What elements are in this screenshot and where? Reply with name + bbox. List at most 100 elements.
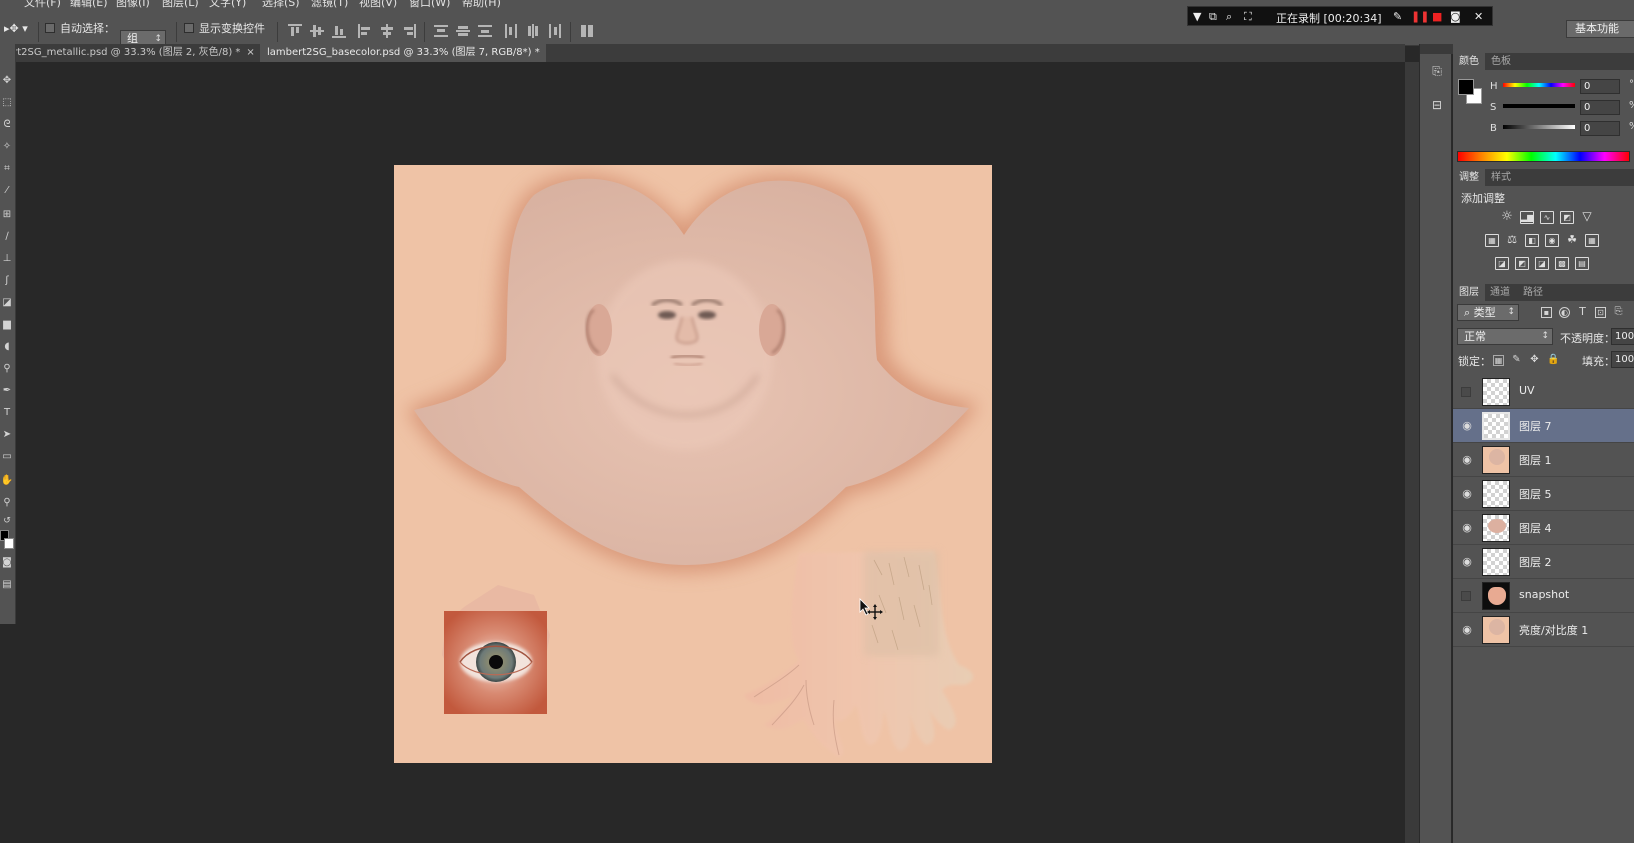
lasso-tool-icon[interactable]: ᘓ — [0, 118, 14, 132]
recorder-zoom-icon[interactable]: ⌕ — [1226, 10, 1232, 23]
magic-wand-tool-icon[interactable]: ✧ — [0, 140, 14, 154]
tab-styles[interactable]: 样式 — [1485, 169, 1517, 186]
zoom-tool-icon[interactable]: ⚲ — [0, 496, 14, 510]
workspace-switcher[interactable]: 基本功能 — [1566, 20, 1634, 38]
tab-basecolor[interactable]: lambert2SG_basecolor.psd @ 33.3% (图层 7, … — [260, 44, 546, 62]
eye-icon[interactable]: ◉ — [1461, 522, 1473, 534]
gradient-map-icon[interactable]: ▤ — [1575, 257, 1589, 270]
recorder-region-icon[interactable]: ⛶ — [1244, 10, 1252, 23]
eraser-tool-icon[interactable]: ◪ — [0, 296, 14, 310]
brightness-slider[interactable] — [1503, 125, 1575, 129]
distribute-left-icon[interactable] — [504, 24, 518, 38]
invert-icon[interactable]: ◪ — [1495, 257, 1509, 270]
curves-icon[interactable]: ∿ — [1540, 211, 1554, 224]
layer-row-2[interactable]: ◉ 图层 2 — [1453, 545, 1634, 579]
filter-pixel-icon[interactable]: ▪ — [1541, 307, 1552, 318]
photo-filter-icon[interactable]: ◉ — [1545, 234, 1559, 247]
menu-file[interactable]: 文件(F) — [24, 0, 61, 10]
recorder-window-icon[interactable]: ⧉ — [1209, 10, 1217, 23]
align-right-icon[interactable] — [402, 24, 416, 38]
swap-colors-icon[interactable]: ↺ — [0, 514, 14, 528]
properties-panel-icon[interactable]: ⊟ — [1428, 96, 1446, 114]
color-spectrum-bar[interactable] — [1457, 151, 1630, 162]
panel-foreground-swatch[interactable] — [1458, 79, 1474, 95]
screen-mode-icon[interactable]: ▤ — [0, 578, 14, 592]
distribute-right-icon[interactable] — [548, 24, 562, 38]
recorder-stop-icon[interactable]: ■ — [1432, 10, 1442, 23]
blur-tool-icon[interactable]: ◖ — [0, 340, 14, 354]
posterize-icon[interactable]: ◩ — [1515, 257, 1529, 270]
visibility-toggle[interactable] — [1461, 591, 1471, 601]
distribute-top-icon[interactable] — [434, 24, 448, 38]
tab-layers[interactable]: 图层 — [1453, 284, 1485, 301]
distribute-bottom-icon[interactable] — [478, 24, 492, 38]
align-vcenter-icon[interactable] — [310, 24, 324, 38]
hand-tool-icon[interactable]: ✋ — [0, 474, 14, 488]
align-top-icon[interactable] — [288, 24, 302, 38]
color-lookup-icon[interactable]: ▦ — [1585, 234, 1599, 247]
marquee-tool-icon[interactable]: ⬚ — [0, 96, 14, 110]
brightness-contrast-icon[interactable]: ☼ — [1500, 210, 1514, 224]
tab-swatches[interactable]: 色板 — [1485, 53, 1517, 70]
align-bottom-icon[interactable] — [332, 24, 346, 38]
opacity-value[interactable]: 100% — [1611, 328, 1634, 345]
recorder-close-icon[interactable]: ✕ — [1474, 10, 1483, 23]
filter-adjustment-icon[interactable]: ◐ — [1559, 307, 1570, 318]
channel-mixer-icon[interactable]: ☘ — [1565, 234, 1579, 247]
quick-mask-icon[interactable]: ◙ — [0, 556, 14, 570]
fill-value[interactable]: 100% — [1611, 351, 1634, 368]
menu-window[interactable]: 窗口(W) — [409, 0, 450, 10]
brightness-value[interactable]: 0 — [1580, 121, 1620, 136]
filter-smart-object-icon[interactable]: ⎘ — [1613, 307, 1624, 318]
eye-icon[interactable]: ◉ — [1461, 488, 1473, 500]
document-canvas[interactable] — [394, 165, 992, 763]
menu-view[interactable]: 视图(V) — [359, 0, 397, 10]
eyedropper-tool-icon[interactable]: ⁄ — [0, 184, 14, 198]
shape-tool-icon[interactable]: ▭ — [0, 450, 14, 464]
recorder-dropdown-icon[interactable]: ▼ — [1193, 10, 1201, 23]
visibility-toggle[interactable] — [1461, 387, 1471, 397]
eye-icon[interactable]: ◉ — [1461, 624, 1473, 636]
threshold-icon[interactable]: ◪ — [1535, 257, 1549, 270]
distribute-vcenter-icon[interactable] — [456, 24, 470, 38]
path-selection-tool-icon[interactable]: ➤ — [0, 428, 14, 442]
layer-row-snapshot[interactable]: snapshot — [1453, 579, 1634, 613]
menu-type[interactable]: 文字(Y) — [209, 0, 246, 10]
recorder-pen-icon[interactable]: ✎ — [1393, 10, 1402, 23]
saturation-value[interactable]: 0 — [1580, 100, 1620, 115]
auto-align-icon[interactable] — [581, 24, 595, 38]
exposure-icon[interactable]: ◩ — [1560, 211, 1574, 224]
background-color-swatch[interactable] — [4, 538, 14, 549]
align-left-icon[interactable] — [358, 24, 372, 38]
blend-mode-dropdown[interactable]: 正常 — [1457, 328, 1553, 345]
menu-filter[interactable]: 滤镜(T) — [311, 0, 348, 10]
pen-tool-icon[interactable]: ✒ — [0, 384, 14, 398]
tab-adjustments[interactable]: 调整 — [1453, 169, 1485, 186]
layer-row-5[interactable]: ◉ 图层 5 — [1453, 477, 1634, 511]
type-tool-icon[interactable]: T — [0, 406, 14, 420]
vibrance-icon[interactable]: ▽ — [1580, 210, 1594, 224]
eye-icon[interactable]: ◉ — [1461, 556, 1473, 568]
layer-filter-dropdown[interactable]: ⌕ 类型 — [1457, 304, 1519, 321]
color-balance-icon[interactable]: ⚖ — [1505, 234, 1519, 247]
menu-edit[interactable]: 编辑(E) — [70, 0, 108, 10]
auto-select-checkbox[interactable]: 自动选择： — [45, 21, 115, 37]
history-brush-tool-icon[interactable]: ʃ — [0, 274, 14, 288]
recorder-pause-icon[interactable]: ❚❚ — [1411, 10, 1429, 23]
move-tool-icon[interactable]: ✥ — [0, 74, 14, 88]
layer-row-uv[interactable]: UV — [1453, 375, 1634, 409]
layer-row-brightness-contrast[interactable]: ◉ 亮度/对比度 1 — [1453, 613, 1634, 647]
black-white-icon[interactable]: ◧ — [1525, 234, 1539, 247]
levels-icon[interactable]: ▂▆ — [1520, 211, 1534, 224]
tab-close-icon[interactable]: × — [246, 47, 254, 58]
eye-icon[interactable]: ◉ — [1461, 454, 1473, 466]
align-hcenter-icon[interactable] — [380, 24, 394, 38]
crop-tool-icon[interactable]: ⌗ — [0, 162, 14, 176]
history-panel-icon[interactable]: ⎘ — [1428, 62, 1446, 80]
menu-select[interactable]: 选择(S) — [262, 0, 300, 10]
layer-row-7[interactable]: ◉ 图层 7 — [1453, 409, 1634, 443]
recorder-camera-icon[interactable]: ◙ — [1450, 10, 1461, 23]
hue-saturation-icon[interactable]: ▦ — [1485, 234, 1499, 247]
tab-paths[interactable]: 路径 — [1517, 284, 1549, 301]
tab-color[interactable]: 颜色 — [1453, 53, 1485, 70]
